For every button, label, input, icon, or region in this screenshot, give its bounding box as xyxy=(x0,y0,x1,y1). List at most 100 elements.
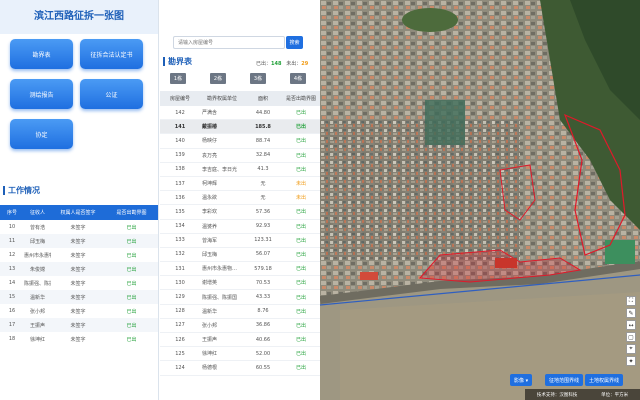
row-house-no: 134 xyxy=(175,223,185,230)
table-row[interactable]: 127 张小邦 36.86 已出 xyxy=(160,319,320,333)
table-row[interactable]: 13 朱俊嫦 未签字 已出 xyxy=(0,262,158,276)
table-row[interactable]: 137 柯坤辉 无 未出 xyxy=(160,177,320,192)
row-house-no: 139 xyxy=(175,152,185,159)
row-no: 11 xyxy=(8,238,16,244)
row-map-status: 已出 xyxy=(295,308,306,315)
table-row[interactable]: 142 严满含 44.80 已出 xyxy=(160,106,320,121)
table-row[interactable]: 18 徐坤红 未签字 已出 xyxy=(0,332,158,346)
draw-icon[interactable]: ✎ xyxy=(626,308,636,318)
row-collector: 王振声 xyxy=(29,322,45,329)
row-collector: 朱俊嫦 xyxy=(29,266,45,273)
table-row[interactable]: 129 陈振强、陈振国 43.33 已出 xyxy=(160,290,320,305)
row-house-no: 129 xyxy=(175,294,185,301)
notarization-button[interactable]: 公证 xyxy=(80,79,143,109)
tab-building-3[interactable]: 3栋 xyxy=(250,73,266,84)
row-map-status: 已出 xyxy=(295,266,306,273)
header-collector: 征收人 xyxy=(29,210,45,216)
table-row[interactable]: 138 李吉庭、李日光 41.3 已出 xyxy=(160,163,320,177)
map-view[interactable]: ⛶ ✎ ↔ ▢ ⌖ ✦ 影像 ▾ 征地范围界线 土地权属界线 技术支持：汉图科技… xyxy=(320,0,640,400)
table-row[interactable]: 134 温婆养 92.93 已出 xyxy=(160,220,320,234)
table-row[interactable]: 136 温永欲 无 未出 xyxy=(160,191,320,206)
header-signed: 权属人是否签字 xyxy=(60,210,96,216)
row-area: 41.3 xyxy=(257,166,269,173)
pending-count: 29 xyxy=(301,61,309,67)
legal-certificate-button[interactable]: 征拆合法认定书 xyxy=(80,39,143,69)
survey-table-button[interactable]: 勘界表 xyxy=(10,39,73,69)
measure-icon[interactable]: ↔ xyxy=(626,320,636,330)
tab-building-1[interactable]: 1栋 xyxy=(170,73,186,84)
tab-building-2[interactable]: 2栋 xyxy=(210,73,226,84)
row-signed: 未签字 xyxy=(70,280,86,287)
fullscreen-icon[interactable]: ⛶ xyxy=(626,296,636,306)
row-house-no: 136 xyxy=(175,194,185,201)
survey-table-title: 勘界表 xyxy=(163,57,192,66)
row-house-no: 140 xyxy=(175,137,185,144)
table-row[interactable]: 17 王振声 未签字 已出 xyxy=(0,318,158,332)
table-row[interactable]: 139 袁万亮 32.84 已出 xyxy=(160,149,320,163)
table-row[interactable]: 130 谢增英 70.53 已出 xyxy=(160,276,320,291)
row-signed: 未签字 xyxy=(70,294,86,301)
row-area: 36.86 xyxy=(255,322,271,329)
table-row[interactable]: 14 陈振强、陈振国 未签字 已出 xyxy=(0,276,158,290)
row-no: 16 xyxy=(8,308,16,314)
row-signed: 未签字 xyxy=(70,336,86,343)
map-tools: ⛶ ✎ ↔ ▢ ⌖ ✦ xyxy=(626,296,636,366)
done-label: 已出： xyxy=(256,61,272,67)
table-row[interactable]: 128 温新华 8.76 已出 xyxy=(160,305,320,319)
table-row[interactable]: 15 温新华 未签字 已出 xyxy=(0,290,158,304)
table-row[interactable]: 16 张小邦 未签字 已出 xyxy=(0,304,158,318)
row-owner: 邱玉梅 xyxy=(202,251,218,258)
table-row[interactable]: 132 邱玉梅 56.07 已出 xyxy=(160,248,320,263)
header-no: 序号 xyxy=(6,210,17,216)
table-row[interactable]: 12 惠州市永惠物业… 未签字 已出 xyxy=(0,248,158,262)
row-signed: 未签字 xyxy=(70,224,86,231)
table-row[interactable]: 140 杨映仔 88.74 已出 xyxy=(160,134,320,149)
row-owner: 温新华 xyxy=(202,308,218,315)
compass-icon[interactable]: ✦ xyxy=(626,356,636,366)
row-signed: 未签字 xyxy=(70,252,86,259)
row-collector: 陈振强、陈振国 xyxy=(24,280,51,287)
table-row[interactable]: 135 李彩欢 57.36 已出 xyxy=(160,205,320,220)
row-house-no: 133 xyxy=(175,237,185,244)
search-input[interactable] xyxy=(173,36,285,49)
row-map-status: 已出 xyxy=(295,110,306,117)
row-owner: 王振声 xyxy=(202,337,218,344)
row-map-status: 已出 xyxy=(126,336,137,343)
map-status-bar: 技术支持：汉图科技 单位：平方米 xyxy=(525,389,640,400)
row-map-status: 已出 xyxy=(295,124,306,131)
row-collector: 邱玉梅 xyxy=(29,238,45,245)
row-owner: 杨德根 xyxy=(202,365,218,372)
table-row[interactable]: 126 王振声 40.66 已出 xyxy=(160,333,320,348)
row-collector: 惠州市永惠物业… xyxy=(24,252,51,259)
locate-icon[interactable]: ⌖ xyxy=(626,344,636,354)
row-no: 15 xyxy=(8,294,16,300)
table-row[interactable]: 141 戴振椿 185.8 已出 xyxy=(160,120,320,135)
row-no: 17 xyxy=(8,322,16,328)
row-house-no: 135 xyxy=(175,208,185,215)
land-boundary-button[interactable]: 征地范围界线 xyxy=(545,374,584,386)
header-map-status: 是否出勘界图 xyxy=(285,96,316,102)
table-row[interactable]: 133 曾海军 123.31 已出 xyxy=(160,234,320,248)
row-house-no: 132 xyxy=(175,251,185,258)
row-map-status: 已出 xyxy=(295,351,306,358)
search-button[interactable]: 搜索 xyxy=(286,36,303,49)
imagery-layer-button[interactable]: 影像 ▾ xyxy=(510,374,533,386)
agreement-button[interactable]: 协定 xyxy=(10,119,73,149)
row-signed: 未签字 xyxy=(70,322,86,329)
row-owner: 曾海军 xyxy=(202,237,218,244)
row-area: 92.93 xyxy=(255,223,271,230)
tab-building-4[interactable]: 4栋 xyxy=(290,73,306,84)
survey-panel: 搜索 勘界表 已出：148 未出：29 1栋 2栋 3栋 4栋 房屋编号 勘界权… xyxy=(160,0,320,400)
table-row[interactable]: 124 杨德根 60.55 已出 xyxy=(160,361,320,376)
table-row[interactable]: 131 惠州市永惠物… 579.18 已出 xyxy=(160,262,320,277)
pending-label: 未出： xyxy=(286,61,302,67)
table-row[interactable]: 10 曾有浩 未签字 已出 xyxy=(0,220,158,234)
survey-report-button[interactable]: 测绘报告 xyxy=(10,79,73,109)
area-icon[interactable]: ▢ xyxy=(626,332,636,342)
ownership-boundary-button[interactable]: 土地权属界线 xyxy=(585,374,624,386)
row-map-status: 已出 xyxy=(126,322,137,329)
table-row[interactable]: 125 徐坤红 52.00 已出 xyxy=(160,347,320,362)
done-count: 148 xyxy=(271,61,282,67)
row-area: 56.07 xyxy=(255,251,271,258)
table-row[interactable]: 11 邱玉梅 未签字 已出 xyxy=(0,234,158,248)
